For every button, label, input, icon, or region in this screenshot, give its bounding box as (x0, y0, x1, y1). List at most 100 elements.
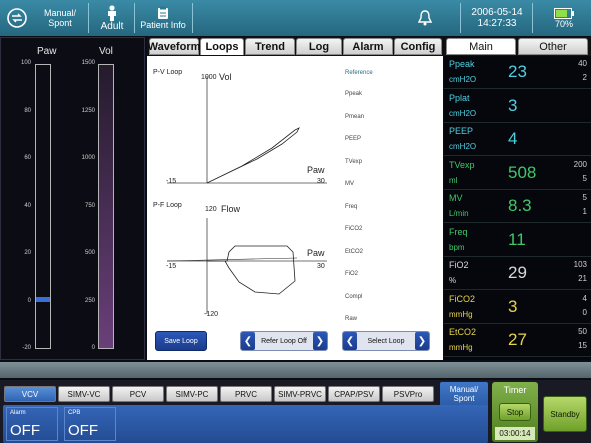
timer-stop-button[interactable]: Stop (499, 403, 531, 421)
refer-loop-label: Refer Loop Off (261, 337, 307, 345)
reference-item: FiO2 (345, 271, 359, 277)
pv-ylabel: Vol (219, 72, 232, 82)
pv-xmin: -15 (166, 178, 177, 185)
param-row-fio2[interactable]: FiO2% 29 103 21 (444, 257, 591, 290)
param-unit: ml (449, 175, 458, 185)
date-text: 2006-05-14 (471, 7, 523, 18)
pv-ymax: 1000 (201, 74, 217, 81)
param-unit: cmH2O (449, 142, 477, 151)
tab-main[interactable]: Main (446, 38, 516, 55)
param-row-pplat[interactable]: Pplat cmH2O 3 (444, 90, 591, 123)
battery-percent: 70% (554, 18, 573, 29)
pressure-volume-gauges: Paw Vol 100 80 60 40 20 0 -20 1500 1250 1000 750 5… (0, 37, 145, 360)
mode-tab-psvpro[interactable]: PSVPro (382, 386, 434, 402)
refer-loop-next-icon[interactable]: ❯ (313, 332, 327, 350)
param-row-tvexp[interactable]: TVexp ml 508 200 5 (444, 157, 591, 190)
mode-tab-simv-vc[interactable]: SIMV-VC (58, 386, 110, 402)
gauge-tick-label: 1500 (81, 60, 95, 66)
tab-other[interactable]: Other (518, 38, 588, 55)
datetime: 2006-05-14 14:27:33 (466, 0, 528, 36)
tab-trend[interactable]: Trend (245, 38, 295, 55)
param-row-peep[interactable]: PEEP cmH2O 4 (444, 123, 591, 156)
select-loop-control: ❮ Select Loop ❯ (342, 331, 430, 351)
param-tabs: Main Other (444, 37, 591, 56)
gauge-tick-label: 750 (84, 202, 95, 209)
alarm-silence-button[interactable] (410, 0, 440, 36)
main-tabs: Waveform Loops Trend Log Alarm Config (147, 37, 443, 56)
battery-status: 70% (540, 0, 588, 36)
tab-alarm[interactable]: Alarm (343, 38, 393, 55)
param-value: 3 (508, 296, 518, 316)
pv-xlabel: Paw (307, 165, 325, 175)
mode-tab-simv-prvc[interactable]: SIMV-PRVC (274, 386, 326, 402)
manual-spont-label[interactable]: Manual/ Spont (36, 0, 84, 36)
tab-config[interactable]: Config (394, 38, 442, 55)
reference-item: MV (345, 181, 354, 187)
param-alarm-high: 200 (573, 159, 587, 169)
param-name: FiCO2 (449, 293, 476, 304)
cpb-setting[interactable]: CPB OFF (64, 407, 116, 441)
exchange-icon[interactable] (4, 0, 30, 36)
param-alarm-low: 1 (582, 207, 587, 216)
mode-tab-cpap-psv[interactable]: CPAP/PSV (328, 386, 380, 402)
select-loop-next-icon[interactable]: ❯ (415, 332, 429, 350)
param-alarm-low: 0 (582, 307, 587, 317)
pv-loop-curve (206, 127, 300, 184)
reference-item: Compl (345, 293, 363, 300)
alarm-setting[interactable]: Alarm OFF (6, 407, 58, 441)
pf-ylabel: Flow (221, 204, 241, 214)
refer-loop-prev-icon[interactable]: ❮ (241, 332, 255, 350)
param-unit: L/min (449, 209, 469, 218)
cpb-setting-label: CPB (68, 410, 81, 416)
tab-loops[interactable]: Loops (200, 38, 244, 55)
patient-info-label: Patient Info (140, 20, 186, 30)
param-row-etco2[interactable]: EtCO2 mmHg 27 50 15 (444, 324, 591, 357)
standby-button[interactable]: Standby (543, 396, 587, 432)
param-name: EtCO2 (449, 327, 477, 337)
mode-tab-prvc[interactable]: PRVC (220, 386, 272, 402)
tab-waveform[interactable]: Waveform (148, 38, 200, 55)
param-alarm-low: 5 (582, 173, 587, 183)
paw-gauge-title: Paw (37, 46, 57, 57)
parameter-panel: Ppeak cmH2O 23 40 2 Pplat cmH2O 3 PEEP cmH2O 4 TVex… (444, 56, 591, 360)
save-loop-button[interactable]: Save Loop (155, 331, 207, 351)
pf-xlabel: Paw (307, 248, 325, 258)
mode-tab-simv-pc[interactable]: SIMV-PC (166, 386, 218, 402)
patient-type[interactable]: Adult (92, 0, 132, 36)
param-row-ppeak[interactable]: Ppeak cmH2O 23 40 2 (444, 56, 591, 89)
pf-ymax: 120 (205, 206, 217, 213)
patient-type-label: Adult (100, 20, 124, 32)
param-unit: cmH2O (449, 75, 477, 84)
reference-item: Pmean (345, 113, 365, 120)
pf-xmax: 30 (317, 263, 325, 270)
param-alarm-high: 103 (573, 260, 587, 269)
mode-tab-pcv[interactable]: PCV (112, 386, 164, 402)
reference-item: EtCO2 (345, 248, 364, 255)
select-loop-label: Select Loop (367, 337, 405, 345)
param-name: Freq (449, 226, 468, 237)
param-alarm-low: 15 (578, 341, 587, 350)
param-row-fico2[interactable]: FiCO2 mmHg 3 4 0 (444, 291, 591, 324)
param-alarm-low: 21 (578, 274, 587, 283)
gauge-tick-label: 80 (24, 107, 31, 114)
param-value: 508 (508, 162, 537, 182)
param-value: 29 (508, 263, 527, 282)
select-loop-prev-icon[interactable]: ❮ (343, 332, 357, 350)
refer-loop-control: ❮ Refer Loop Off ❯ (240, 331, 328, 351)
param-name: TVexp (449, 159, 475, 170)
param-value: 3 (508, 95, 518, 115)
reference-item: FiCO2 (345, 226, 363, 232)
gauge-tick-label: -20 (22, 345, 31, 351)
mode-tab-vcv[interactable]: VCV (4, 386, 56, 402)
loops-panel: P-V Loop 1000 Vol -15 30 Paw P-F Loop 12… (147, 56, 443, 360)
gauge-tick-label: 500 (84, 250, 95, 256)
tab-log[interactable]: Log (296, 38, 342, 55)
patient-info-button[interactable]: Patient Info (136, 0, 190, 36)
param-alarm-high: 40 (578, 59, 587, 68)
vol-gauge-bar (98, 64, 114, 349)
time-text: 14:27:33 (477, 18, 517, 29)
param-row-freq[interactable]: Freq bpm 11 (444, 224, 591, 257)
pf-ymin: -120 (204, 311, 219, 318)
param-row-mv[interactable]: MV L/min 8.3 5 1 (444, 190, 591, 223)
param-value: 23 (508, 62, 527, 81)
